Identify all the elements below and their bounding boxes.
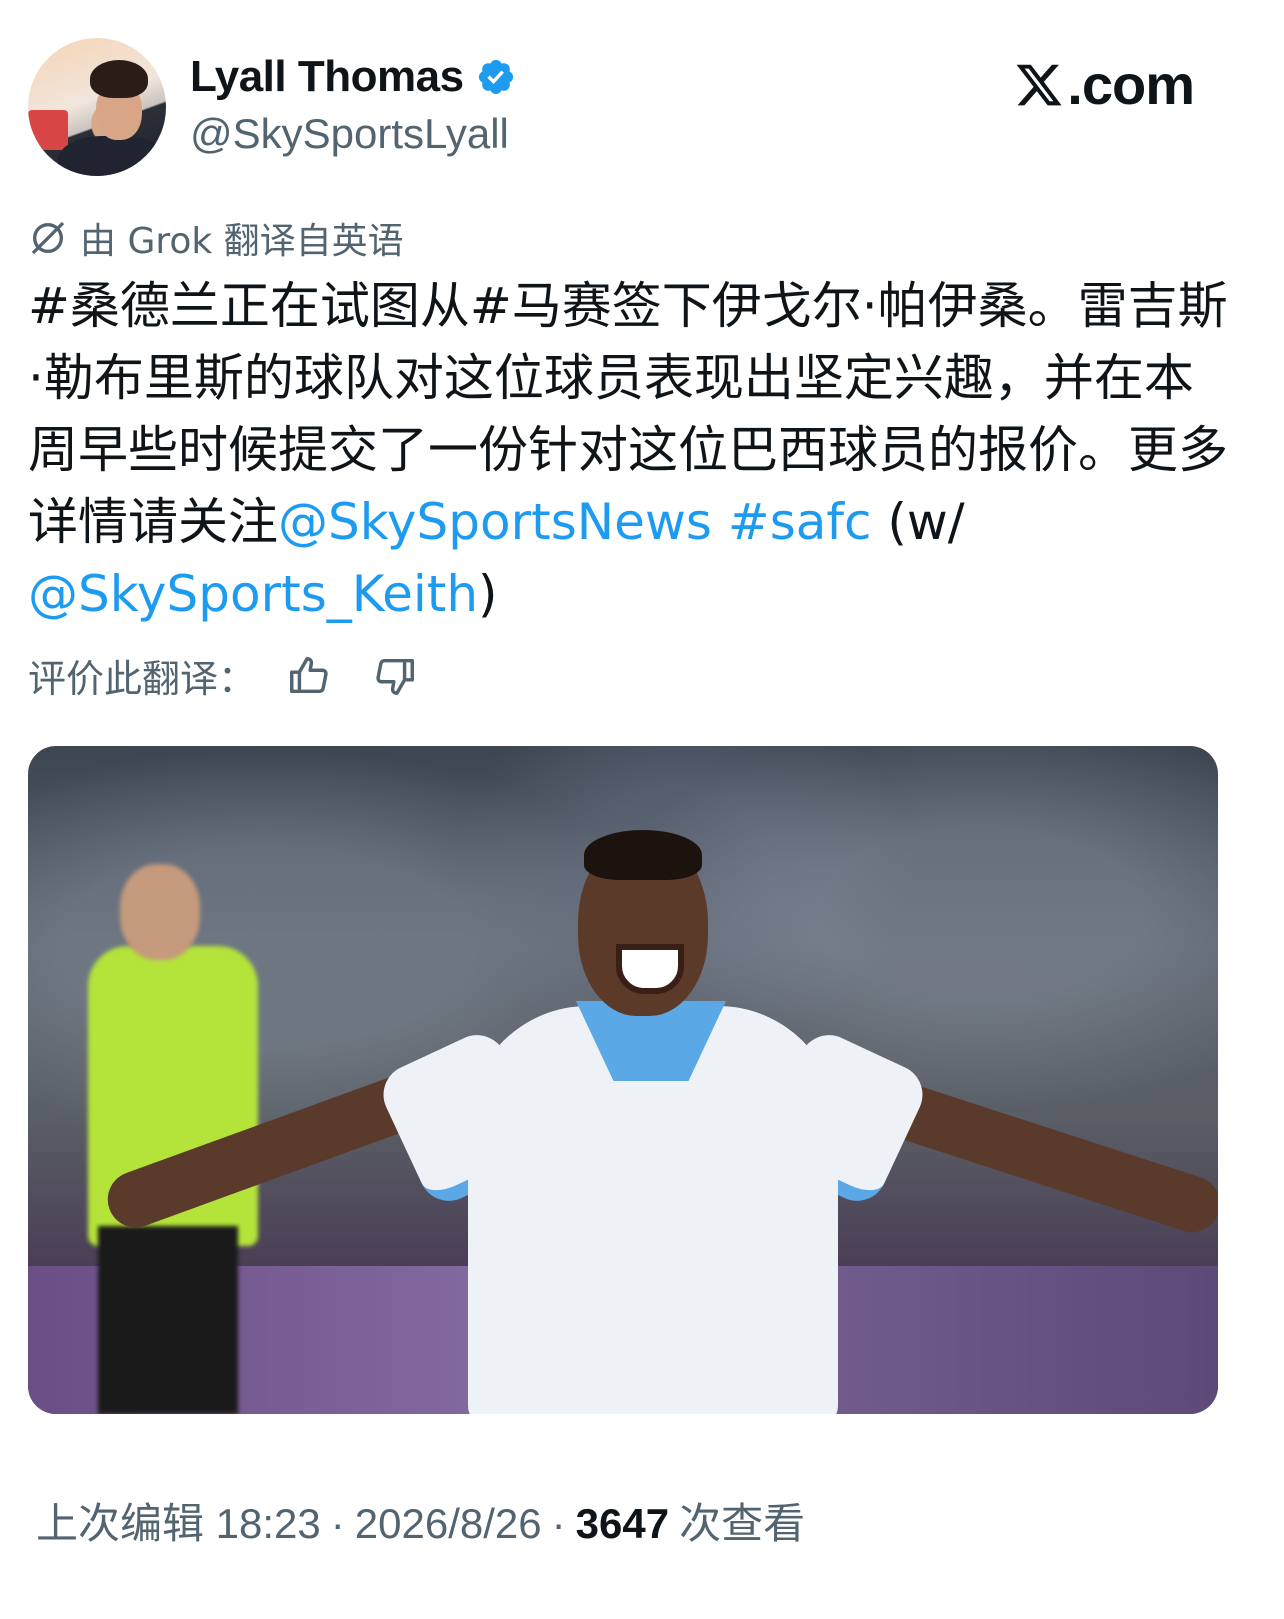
tweet-text-with: (w/ bbox=[871, 493, 965, 551]
thumbs-up-icon[interactable] bbox=[286, 653, 332, 699]
translation-note-text: 由 Grok 翻译自英语 bbox=[80, 221, 404, 262]
x-logo-icon bbox=[1016, 64, 1062, 105]
author-avatar[interactable] bbox=[28, 38, 166, 176]
author-name-row: Lyall Thomas bbox=[190, 52, 516, 102]
site-domain: .com bbox=[1067, 53, 1195, 116]
tweet-text: #桑德兰正在试图从#马赛签下伊戈尔·帕伊桑。雷吉斯·勒布里斯的球队对这位球员表现… bbox=[28, 270, 1228, 630]
edited-timestamp[interactable]: 上次编辑 18:23 bbox=[36, 1490, 321, 1551]
tweet-date[interactable]: 2026/8/26 bbox=[355, 1500, 542, 1548]
author-handle[interactable]: @SkySportsLyall bbox=[190, 110, 509, 158]
translation-note: 由 Grok 翻译自英语 bbox=[28, 212, 404, 264]
hashtag-safc[interactable]: #safc bbox=[728, 493, 872, 551]
site-logo: .com bbox=[1013, 52, 1195, 117]
verified-badge-icon bbox=[478, 59, 513, 95]
tweet-text-close: ) bbox=[478, 565, 498, 623]
author-display-name[interactable]: Lyall Thomas bbox=[190, 52, 464, 102]
rate-translation: 评价此翻译： bbox=[28, 648, 418, 703]
tweet-media-photo[interactable] bbox=[28, 746, 1218, 1414]
grok-icon bbox=[31, 221, 65, 255]
views-label: 次查看 bbox=[679, 1500, 806, 1547]
thumbs-down-icon[interactable] bbox=[372, 653, 418, 699]
mention-skysports-keith[interactable]: @SkySports_Keith bbox=[28, 565, 478, 623]
view-count: 3647 bbox=[575, 1500, 670, 1547]
rate-translation-label: 评价此翻译： bbox=[28, 657, 257, 701]
mention-skysportsnews[interactable]: @SkySportsNews bbox=[278, 493, 712, 551]
tweet-meta: 上次编辑 18:23 · 2026/8/26 · 3647 次查看 bbox=[36, 1490, 805, 1551]
